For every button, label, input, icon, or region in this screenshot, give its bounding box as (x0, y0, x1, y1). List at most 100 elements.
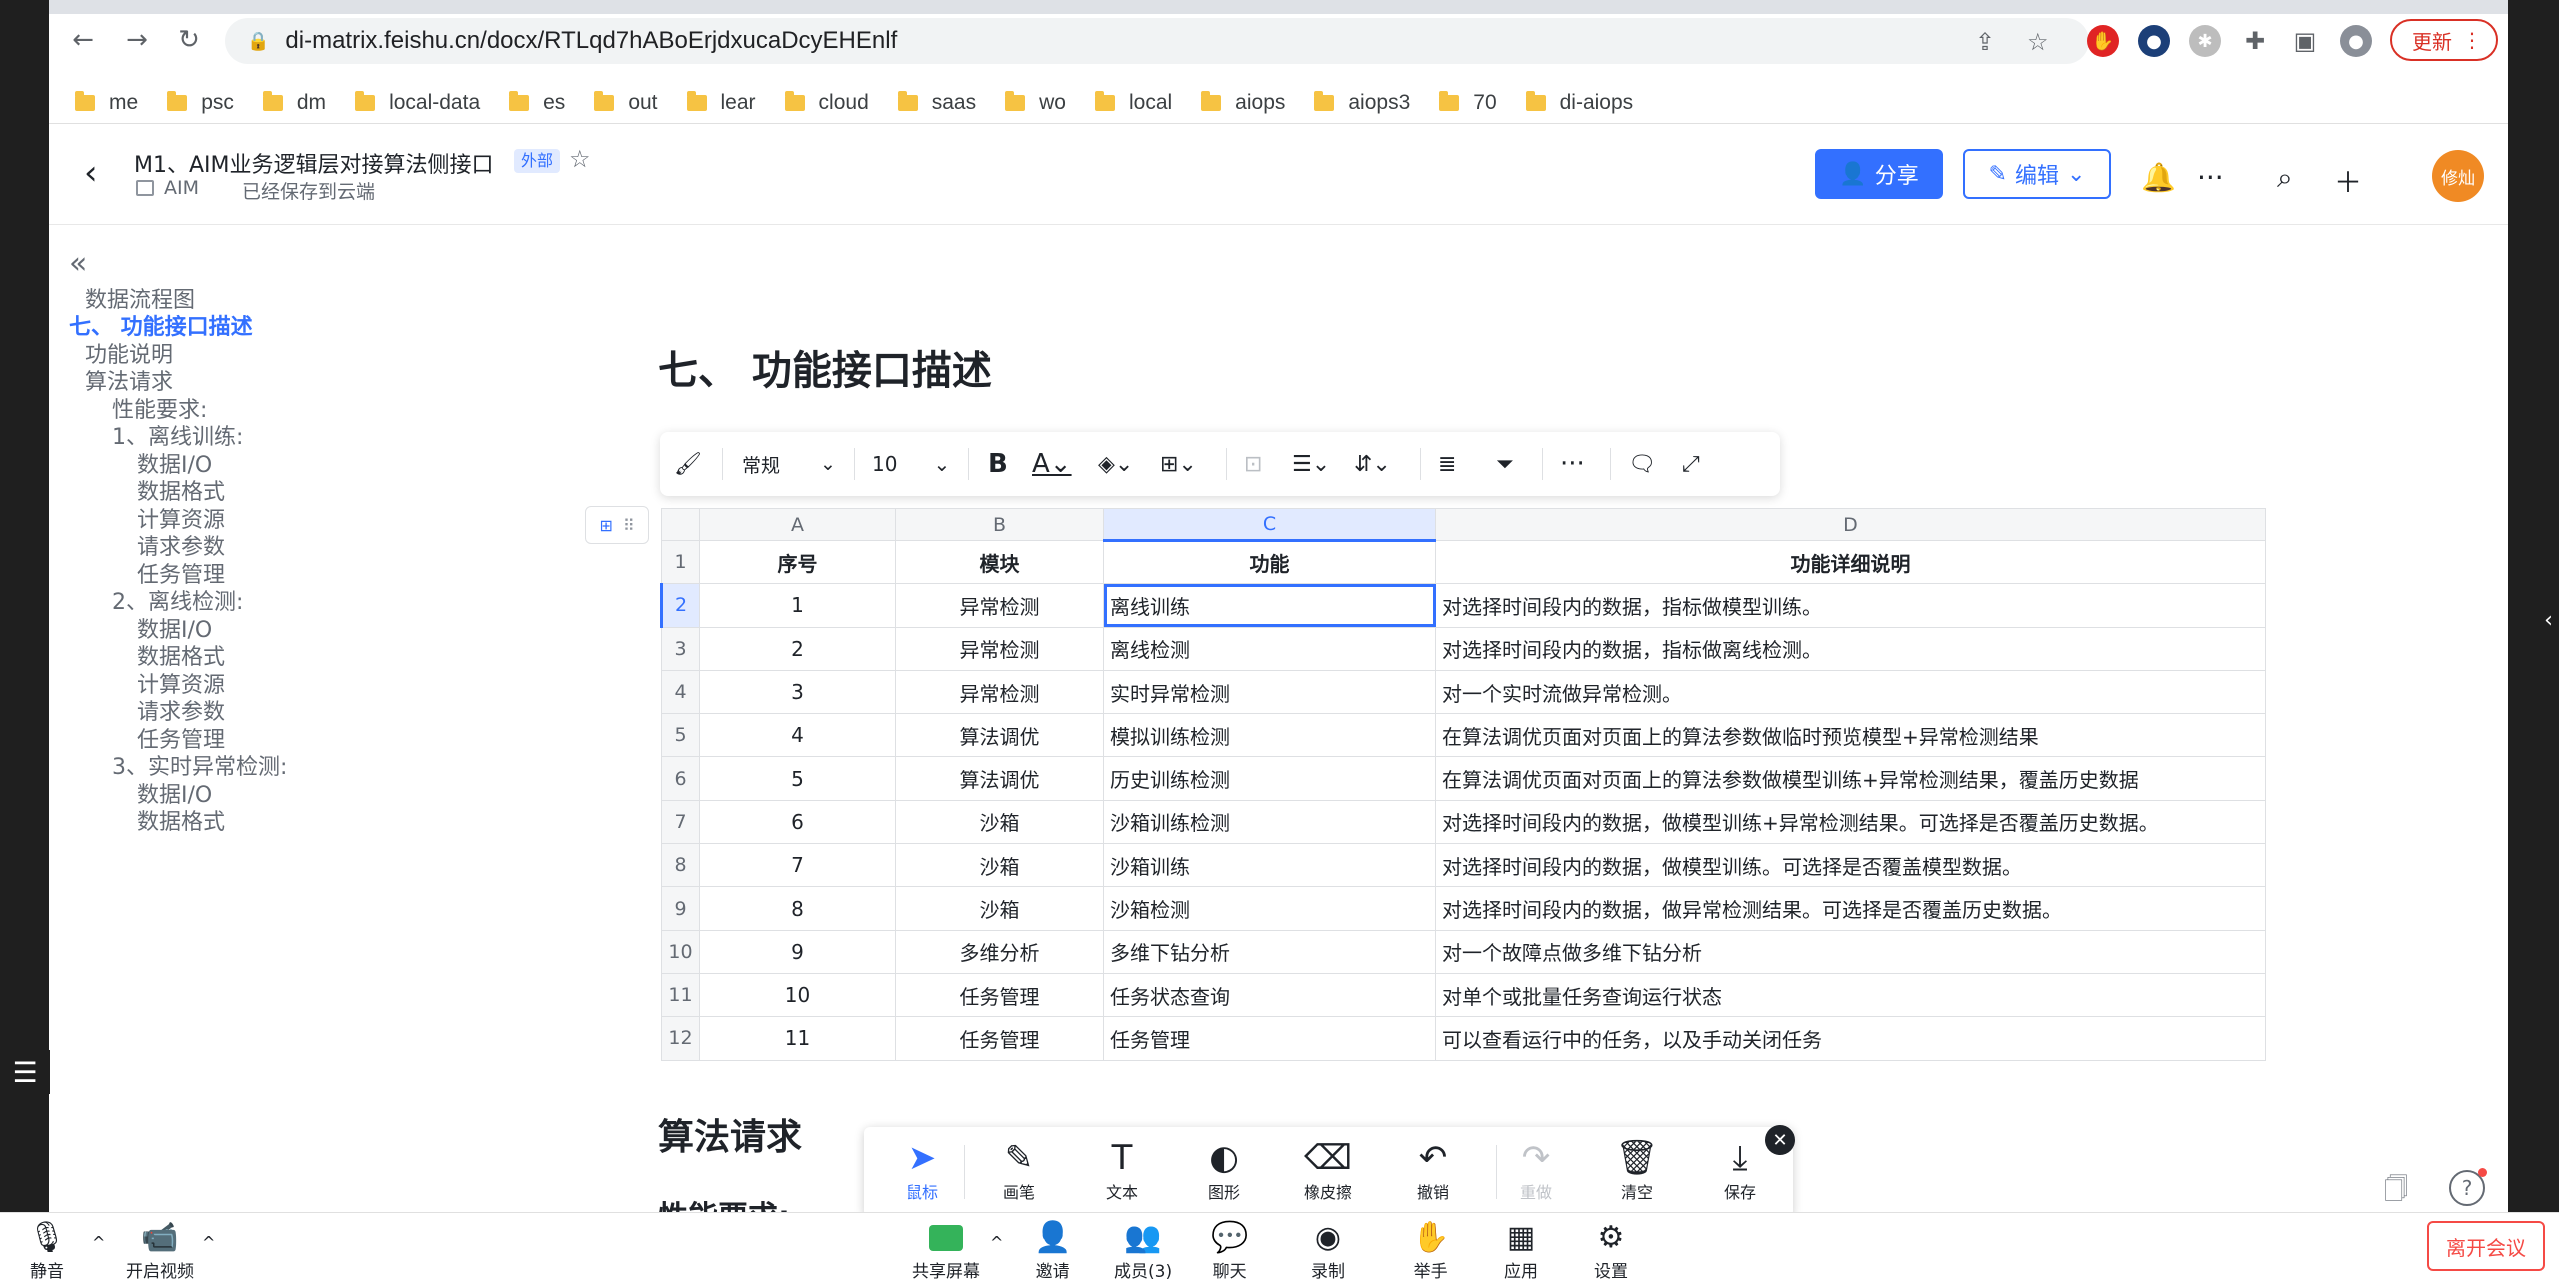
cursor-tool-button[interactable]: ➤ 鼠标 (882, 1137, 962, 1203)
mute-button[interactable]: 🎙 静音 (28, 1219, 66, 1281)
row-number[interactable]: 1 (661, 539, 700, 585)
table-cell[interactable]: 沙箱 (895, 843, 1104, 888)
row-number[interactable]: 7 (661, 799, 700, 845)
column-header[interactable]: C (1103, 508, 1436, 542)
document-icon[interactable]: 🗍 (2384, 1172, 2408, 1212)
settings-button[interactable]: ⚙ 设置 (1594, 1219, 1628, 1281)
table-cell[interactable]: 任务管理 (895, 972, 1104, 1018)
table-cell[interactable]: 历史训练检测 (1103, 756, 1436, 801)
extensions-puzzle-icon[interactable]: ✚ (2239, 25, 2271, 57)
more-icon[interactable]: ··· (1560, 446, 1585, 482)
bookmark-star-icon[interactable]: ☆ (2027, 28, 2049, 56)
eraser-tool-button[interactable]: ⌫ 橡皮擦 (1288, 1137, 1368, 1203)
table-cell[interactable]: 在算法调优页面对页面上的算法参数做模型训练+异常检测结果，覆盖历史数据 (1435, 756, 2266, 801)
extension-red-icon[interactable]: ✋ (2087, 25, 2119, 57)
table-cell[interactable]: 沙箱训练检测 (1103, 799, 1436, 845)
number-format-select[interactable]: 常规 ⌄ (742, 446, 836, 482)
bookmark-item[interactable]: out (594, 90, 658, 115)
table-cell[interactable]: 对选择时间段内的数据，做异常检测结果。可选择是否覆盖历史数据。 (1435, 886, 2266, 931)
avatar[interactable]: 修灿 (2432, 150, 2484, 202)
block-handle[interactable]: ⊞ ⠿ (585, 506, 649, 544)
table-cell[interactable]: 模拟训练检测 (1103, 713, 1436, 758)
trash-tool-button[interactable]: 🗑 清空 (1597, 1137, 1677, 1203)
bookmark-item[interactable]: di-aiops (1525, 90, 1633, 115)
extension-gray-icon[interactable]: ✱ (2189, 25, 2221, 57)
bold-icon[interactable]: B (988, 446, 1008, 482)
table-cell[interactable]: 算法调优 (895, 756, 1104, 801)
table-cell[interactable]: 在算法调优页面对页面上的算法参数做临时预览模型+异常检测结果 (1435, 713, 2266, 758)
table-cell[interactable]: 任务管理 (1103, 1016, 1436, 1061)
table-cell[interactable]: 6 (699, 799, 896, 845)
table-cell[interactable]: 沙箱训练 (1103, 843, 1436, 888)
text-tool-button[interactable]: T 文本 (1082, 1137, 1162, 1203)
filter-icon[interactable]: ⏷ (1496, 446, 1514, 482)
vertical-align-icon[interactable]: ⇵⌄ (1354, 446, 1391, 482)
favorite-star-icon[interactable]: ☆ (569, 145, 591, 173)
table-cell[interactable]: 1 (699, 583, 896, 628)
wrap-icon[interactable]: ≣ (1438, 446, 1456, 482)
members-button[interactable]: 👥 成员(3) (1114, 1219, 1172, 1281)
bookmark-item[interactable]: 70 (1439, 90, 1497, 115)
bookmark-item[interactable]: lear (686, 90, 756, 115)
table-cell[interactable]: 多维下钻分析 (1103, 929, 1436, 974)
fill-color-icon[interactable]: ◈⌄ (1098, 446, 1133, 482)
bookmark-item[interactable]: dm (262, 90, 326, 115)
row-number[interactable]: 10 (661, 929, 700, 974)
table-cell[interactable]: 异常检测 (895, 669, 1104, 715)
column-header[interactable]: D (1435, 508, 2266, 541)
bookmark-item[interactable]: local (1094, 90, 1172, 115)
table-cell[interactable]: 任务管理 (895, 1016, 1104, 1061)
table-cell[interactable]: 沙箱检测 (1103, 886, 1436, 931)
table-cell[interactable]: 7 (699, 843, 896, 888)
close-icon[interactable]: ✕ (1765, 1125, 1795, 1155)
table-cell[interactable]: 对单个或批量任务查询运行状态 (1435, 972, 2266, 1018)
video-button[interactable]: 📹 开启视频 (126, 1219, 194, 1281)
font-size-select[interactable]: 10 ⌄ (872, 446, 950, 482)
bookmark-item[interactable]: saas (897, 90, 976, 115)
forward-icon[interactable]: → (119, 22, 155, 58)
comment-icon[interactable]: 🗨 (1628, 446, 1656, 482)
header-cell[interactable]: 序号 (699, 539, 896, 585)
chevron-left-icon[interactable]: ‹ (2538, 590, 2559, 650)
bookmark-item[interactable]: wo (1005, 90, 1066, 115)
row-number[interactable]: 4 (661, 669, 700, 715)
help-icon[interactable]: ? (2449, 1168, 2487, 1206)
apps-button[interactable]: ▦ 应用 (1504, 1219, 1538, 1281)
header-cell[interactable]: 模块 (895, 539, 1104, 585)
header-cell[interactable]: 功能详细说明 (1435, 539, 2266, 585)
list-icon[interactable]: ☰ (0, 1050, 50, 1094)
row-number[interactable]: 3 (661, 626, 700, 671)
row-number[interactable]: 5 (661, 713, 700, 758)
edit-button[interactable]: ✎ 编辑 ⌄ (1963, 149, 2111, 199)
record-button[interactable]: ◉ 录制 (1311, 1219, 1345, 1281)
plus-icon[interactable]: ＋ (2334, 161, 2362, 201)
column-header[interactable]: A (699, 508, 896, 541)
share-button[interactable]: 👤 分享 (1815, 149, 1943, 199)
row-number[interactable]: 11 (661, 972, 700, 1018)
table-cell[interactable]: 可以查看运行中的任务，以及手动关闭任务 (1435, 1016, 2266, 1061)
table-cell[interactable]: 离线检测 (1103, 626, 1436, 671)
bookmark-item[interactable]: local-data (355, 90, 480, 115)
table-cell[interactable]: 沙箱 (895, 799, 1104, 845)
chat-button[interactable]: 💬 聊天 (1211, 1219, 1248, 1281)
format-painter-icon[interactable]: 🖌 (674, 446, 702, 482)
space-name[interactable]: AIM (164, 177, 199, 199)
update-button[interactable]: 更新 ⋮ (2390, 19, 2498, 61)
reload-icon[interactable]: ↻ (171, 22, 207, 58)
pen-tool-button[interactable]: ✎ 画笔 (979, 1137, 1059, 1203)
row-number[interactable]: 6 (661, 756, 700, 801)
search-icon[interactable]: ⌕ (2277, 161, 2293, 195)
row-number[interactable]: 2 (660, 583, 700, 628)
table-cell[interactable]: 异常检测 (895, 626, 1104, 671)
extension-globe-icon[interactable]: ● (2138, 25, 2170, 57)
row-number[interactable]: 12 (661, 1016, 700, 1061)
table-cell[interactable]: 对一个实时流做异常检测。 (1435, 669, 2266, 715)
font-color-icon[interactable]: A⌄ (1032, 446, 1072, 482)
chevron-up-icon[interactable]: ^ (202, 1233, 215, 1252)
table-cell[interactable]: 11 (699, 1016, 896, 1061)
table-cell[interactable]: 算法调优 (895, 713, 1104, 758)
column-header[interactable]: B (895, 508, 1104, 541)
table-cell[interactable]: 5 (699, 756, 896, 801)
back-chevron-icon[interactable]: ‹ (84, 153, 98, 193)
table-cell[interactable]: 对选择时间段内的数据，做模型训练+异常检测结果。可选择是否覆盖历史数据。 (1435, 799, 2266, 845)
